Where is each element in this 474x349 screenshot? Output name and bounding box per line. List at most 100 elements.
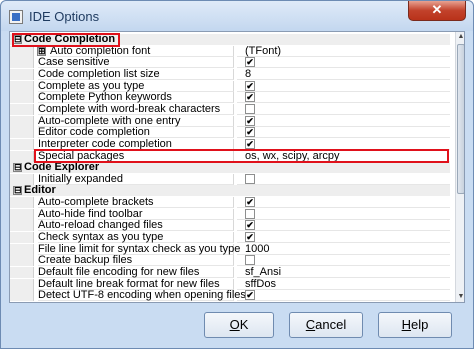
unchecked-checkbox[interactable]	[245, 103, 255, 114]
property-name: Editor code completion	[38, 127, 234, 139]
unchecked-checkbox[interactable]	[245, 173, 255, 184]
checked-checkbox[interactable]: ✔	[245, 115, 255, 126]
property-row[interactable]: Check syntax as you type ✔	[10, 232, 450, 244]
property-row[interactable]: Code completion list size 8	[10, 68, 450, 80]
checked-checkbox[interactable]: ✔	[245, 57, 255, 68]
property-value[interactable]: ✔	[237, 220, 450, 232]
property-value[interactable]: 8	[237, 68, 450, 80]
property-row[interactable]: Create backup files	[10, 255, 450, 267]
collapse-icon[interactable]: ⊟	[13, 163, 22, 173]
property-value[interactable]: ✔	[237, 290, 450, 302]
vertical-scrollbar[interactable]: ▲ ▼	[455, 32, 464, 302]
property-value-text[interactable]: sffDos	[245, 278, 276, 290]
cancel-button[interactable]: Cancel	[289, 312, 363, 338]
property-row[interactable]: Detect UTF-8 encoding when opening files…	[10, 290, 450, 302]
property-name: File line limit for syntax check as you …	[38, 242, 241, 255]
property-value-text[interactable]: 8	[245, 68, 251, 80]
highlight-special-packages	[34, 149, 449, 163]
property-row[interactable]: ⊞ Auto completion font (TFont)	[10, 45, 450, 57]
property-name: Default line break format for new files	[38, 278, 234, 290]
help-button[interactable]: Help	[378, 312, 452, 338]
row-gutter	[10, 243, 34, 255]
property-value[interactable]: 1000	[237, 243, 450, 255]
scroll-up-icon[interactable]: ▲	[456, 32, 464, 42]
property-value[interactable]: ✔	[237, 197, 450, 209]
property-value-text[interactable]: sf_Ansi	[245, 267, 281, 278]
property-value[interactable]: ✔	[237, 301, 450, 302]
checked-checkbox[interactable]: ✔	[245, 127, 255, 138]
property-name: Check syntax as you type	[38, 232, 234, 244]
property-row[interactable]: Auto-complete with one entry ✔	[10, 115, 450, 127]
property-value[interactable]	[237, 208, 450, 220]
property-value[interactable]: sffDos	[237, 278, 450, 290]
row-gutter	[10, 127, 34, 139]
unchecked-checkbox[interactable]	[245, 208, 255, 219]
property-name: Auto-reload changed files	[38, 220, 234, 232]
collapse-icon[interactable]: ⊟	[13, 186, 22, 196]
property-value[interactable]: sf_Ansi	[237, 267, 450, 278]
row-gutter	[10, 255, 34, 267]
property-row[interactable]: File line limit for syntax check as you …	[10, 242, 450, 255]
checked-checkbox[interactable]: ✔	[245, 197, 255, 208]
ok-button-accel: O	[229, 317, 240, 332]
row-gutter	[10, 197, 34, 209]
row-gutter	[10, 80, 34, 92]
category-label: Editor	[24, 184, 56, 197]
checked-checkbox[interactable]: ✔	[245, 232, 255, 243]
property-row[interactable]: Initially expanded	[10, 173, 450, 185]
checked-checkbox[interactable]: ✔	[245, 220, 255, 231]
property-value[interactable]: ✔	[237, 92, 450, 104]
property-row[interactable]: Complete Python keywords ✔	[10, 92, 450, 104]
unchecked-checkbox[interactable]	[245, 255, 255, 266]
title-bar[interactable]: IDE Options ✕	[1, 1, 473, 31]
property-row[interactable]: Default line break format for new files s…	[10, 278, 450, 290]
scrollbar-thumb[interactable]	[457, 44, 464, 194]
property-value[interactable]	[237, 103, 450, 115]
checked-checkbox[interactable]: ✔	[245, 301, 255, 302]
checked-checkbox[interactable]: ✔	[245, 138, 255, 149]
property-value[interactable]: ✔	[237, 232, 450, 244]
property-row[interactable]: Complete with word-break characters	[10, 103, 450, 115]
property-row[interactable]: Case sensitive ✔	[10, 57, 450, 69]
expand-icon[interactable]: ⊞	[37, 46, 46, 56]
property-row[interactable]: Complete as you type ✔	[10, 80, 450, 92]
row-gutter	[10, 220, 34, 232]
property-row[interactable]: Auto-complete brackets ✔	[10, 197, 450, 209]
checked-checkbox[interactable]: ✔	[245, 80, 255, 91]
property-row[interactable]: Auto-hide find toolbar	[10, 208, 450, 220]
category-row[interactable]: ⊟ Code Explorer	[10, 161, 450, 174]
row-gutter	[10, 290, 34, 302]
property-name: Complete Python keywords	[38, 92, 234, 104]
checked-checkbox[interactable]: ✔	[245, 92, 255, 103]
property-value-text[interactable]: 1000	[245, 243, 269, 255]
row-gutter	[10, 57, 34, 69]
category-row[interactable]: ⊟ Editor	[10, 184, 450, 197]
property-row[interactable]: Editor code completion ✔	[10, 127, 450, 139]
property-value[interactable]: ✔	[237, 80, 450, 92]
property-row[interactable]: Display package names in editor tabs ✔	[10, 301, 450, 302]
category-label: Code Explorer	[24, 161, 100, 174]
window-title: IDE Options	[29, 9, 100, 24]
ok-button[interactable]: OK	[204, 312, 274, 338]
property-row[interactable]: Default file encoding for new files sf_An…	[10, 267, 450, 278]
property-name: Default file encoding for new files	[38, 267, 234, 278]
property-name: Code completion list size	[38, 68, 234, 80]
property-row[interactable]: Auto-reload changed files ✔	[10, 220, 450, 232]
property-value[interactable]: ✔	[237, 115, 450, 127]
property-value[interactable]	[237, 255, 450, 267]
property-value[interactable]	[237, 173, 450, 185]
property-value[interactable]: (TFont)	[237, 45, 450, 57]
checked-checkbox[interactable]: ✔	[245, 290, 255, 301]
property-value[interactable]: ✔	[237, 57, 450, 69]
property-name: Initially expanded	[38, 173, 234, 185]
ok-button-label: K	[239, 317, 249, 332]
row-gutter	[10, 150, 34, 162]
options-property-grid[interactable]: Display package names in editor tabs✔Det…	[9, 31, 465, 303]
close-icon: ✕	[431, 2, 443, 17]
row-gutter	[10, 103, 34, 115]
scroll-down-icon[interactable]: ▼	[456, 292, 464, 302]
property-value[interactable]: ✔	[237, 127, 450, 139]
cancel-button-label: ancel	[315, 317, 347, 332]
close-button[interactable]: ✕	[408, 1, 466, 21]
property-value-text[interactable]: (TFont)	[245, 45, 281, 57]
